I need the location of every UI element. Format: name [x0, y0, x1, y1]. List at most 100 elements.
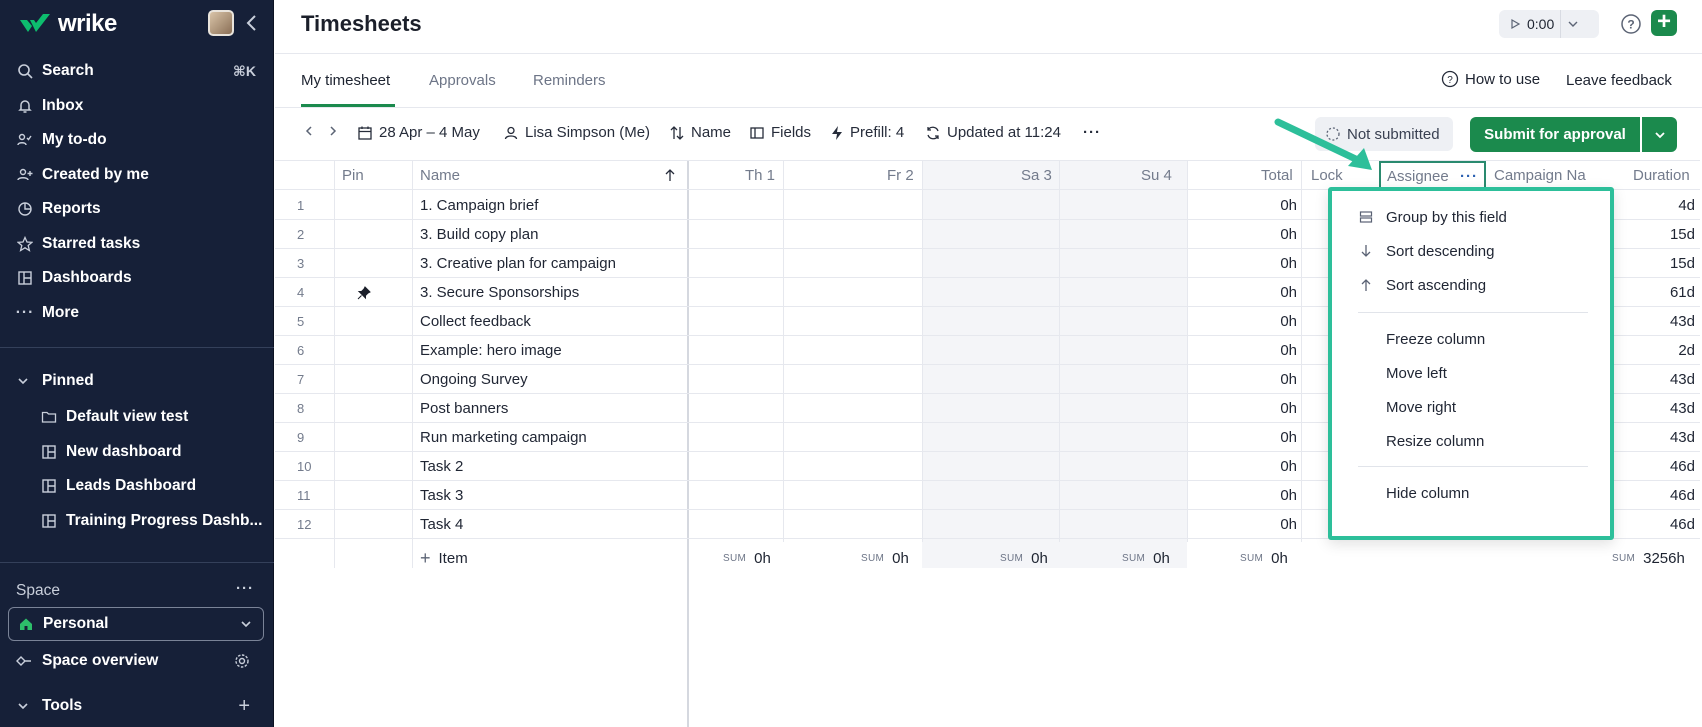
play-icon[interactable]: [1505, 18, 1525, 30]
gear-icon[interactable]: [234, 653, 250, 669]
row-total: 0h: [1280, 429, 1297, 446]
pinned-item[interactable]: Leads Dashboard: [40, 469, 270, 504]
column-header-su[interactable]: Su 4: [1141, 160, 1172, 190]
group-icon: [1358, 210, 1374, 224]
sum-fr: SUM 0h: [861, 545, 909, 571]
sidebar-item-search[interactable]: Search ⌘K: [0, 54, 274, 89]
plus-icon: +: [420, 547, 431, 568]
column-menu-icon[interactable]: ···: [1460, 168, 1478, 185]
tab-reminders[interactable]: Reminders: [533, 72, 606, 89]
refresh-status[interactable]: Updated at 11:24: [925, 124, 1061, 141]
tab-my-timesheet[interactable]: My timesheet: [301, 72, 390, 89]
sidebar-item-my-todo[interactable]: My to-do: [0, 123, 274, 158]
menu-resize-column[interactable]: Resize column: [1358, 429, 1484, 453]
menu-group-by-field[interactable]: Group by this field: [1358, 205, 1507, 229]
task-name[interactable]: Collect feedback: [420, 307, 531, 336]
tab-approvals[interactable]: Approvals: [429, 72, 496, 89]
column-header-sa[interactable]: Sa 3: [1021, 160, 1052, 190]
row-duration: 46d: [1669, 487, 1695, 504]
column-header-name[interactable]: Name: [420, 160, 680, 190]
wrike-logo[interactable]: wrike: [18, 10, 117, 38]
menu-move-left[interactable]: Move left: [1358, 361, 1447, 385]
row-number: 8: [297, 401, 305, 416]
dashboard-icon: [40, 477, 58, 495]
task-name[interactable]: 1. Campaign brief: [420, 191, 538, 220]
pin-icon[interactable]: [357, 278, 371, 307]
sidebar-item-label: Reports: [42, 200, 101, 218]
sidebar-divider: [0, 347, 274, 348]
space-more-icon[interactable]: ···: [236, 580, 254, 597]
sum-label: SUM: [861, 552, 885, 564]
menu-hide-column[interactable]: Hide column: [1358, 481, 1469, 505]
column-header-th[interactable]: Th 1: [745, 160, 775, 190]
avatar[interactable]: [208, 10, 234, 36]
chevron-down-icon: [241, 621, 251, 628]
space-overview-link[interactable]: Space overview: [16, 652, 266, 670]
fields-button[interactable]: Fields: [749, 124, 811, 141]
chevron-right-icon[interactable]: [327, 124, 339, 138]
pinned-section-toggle[interactable]: Pinned: [16, 372, 94, 390]
sidebar-item-reports[interactable]: Reports: [0, 192, 274, 227]
user-plus-icon: [16, 166, 34, 184]
task-name[interactable]: Ongoing Survey: [420, 365, 528, 394]
task-name[interactable]: 3. Build copy plan: [420, 220, 538, 249]
submit-for-approval-button[interactable]: Submit for approval: [1470, 117, 1640, 152]
chevron-left-icon[interactable]: [244, 12, 260, 34]
dashboard-icon: [40, 512, 58, 530]
user-icon: [504, 126, 518, 139]
pinned-item[interactable]: Training Progress Dashb...: [40, 504, 270, 539]
task-name[interactable]: Task 4: [420, 510, 463, 539]
help-icon: ?: [1441, 70, 1459, 88]
prefill-button[interactable]: Prefill: 4: [830, 124, 904, 141]
chevron-down-icon[interactable]: [1567, 18, 1579, 30]
date-range-picker[interactable]: 28 Apr – 4 May: [357, 124, 480, 141]
chevron-down-icon: [1654, 131, 1665, 138]
timer-widget[interactable]: 0:00: [1499, 10, 1599, 38]
chevron-left-icon[interactable]: [303, 124, 315, 138]
column-header-duration[interactable]: Duration: [1633, 160, 1690, 190]
task-name[interactable]: 3. Secure Sponsorships: [420, 278, 579, 307]
help-icon[interactable]: ?: [1619, 12, 1643, 36]
sidebar-item-dashboards[interactable]: Dashboards: [0, 261, 274, 296]
sidebar-item-inbox[interactable]: Inbox: [0, 89, 274, 124]
sort-label: Name: [691, 124, 732, 141]
menu-move-right[interactable]: Move right: [1358, 395, 1456, 419]
sort-button[interactable]: Name: [669, 124, 731, 141]
sidebar-item-label: Search: [42, 62, 94, 80]
pinned-item[interactable]: Default view test: [40, 400, 270, 435]
menu-sort-ascending[interactable]: Sort ascending: [1358, 273, 1486, 297]
task-name[interactable]: Run marketing campaign: [420, 423, 587, 452]
task-name[interactable]: Task 3: [420, 481, 463, 510]
task-name[interactable]: Post banners: [420, 394, 508, 423]
user-picker[interactable]: Lisa Simpson (Me): [503, 124, 650, 141]
task-name[interactable]: Task 2: [420, 452, 463, 481]
more-options-icon[interactable]: ···: [1083, 124, 1101, 141]
row-duration: 46d: [1669, 458, 1695, 475]
add-button[interactable]: +: [1651, 10, 1677, 36]
arrow-down-icon: [1358, 244, 1374, 258]
row-total: 0h: [1280, 400, 1297, 417]
column-header-campaign[interactable]: Campaign Na: [1494, 160, 1586, 190]
menu-separator: [1358, 466, 1588, 467]
pinned-list: Default view test New dashboard Leads Da…: [40, 400, 270, 538]
submit-options-button[interactable]: [1642, 117, 1677, 152]
sum-value: 0h: [1271, 549, 1288, 567]
tools-section-toggle[interactable]: Tools +: [16, 695, 266, 718]
how-to-use-link[interactable]: ? How to use: [1441, 70, 1540, 88]
sidebar-item-more[interactable]: ··· More: [0, 296, 274, 331]
plus-icon[interactable]: +: [238, 695, 250, 718]
sidebar-item-starred-tasks[interactable]: Starred tasks: [0, 227, 274, 262]
leave-feedback-link[interactable]: Leave feedback: [1566, 72, 1672, 89]
pinned-item[interactable]: New dashboard: [40, 435, 270, 470]
sidebar-item-created-by-me[interactable]: Created by me: [0, 158, 274, 193]
column-header-fr[interactable]: Fr 2: [887, 160, 914, 190]
folder-icon: [40, 408, 58, 426]
add-item-button[interactable]: + Item: [420, 545, 468, 571]
menu-sort-descending[interactable]: Sort descending: [1358, 239, 1494, 263]
task-name[interactable]: Example: hero image: [420, 336, 562, 365]
column-header-pin[interactable]: Pin: [342, 160, 364, 190]
space-selector[interactable]: Personal: [8, 607, 264, 641]
row-duration: 4d: [1678, 197, 1695, 214]
menu-freeze-column[interactable]: Freeze column: [1358, 327, 1485, 351]
task-name[interactable]: 3. Creative plan for campaign: [420, 249, 616, 278]
